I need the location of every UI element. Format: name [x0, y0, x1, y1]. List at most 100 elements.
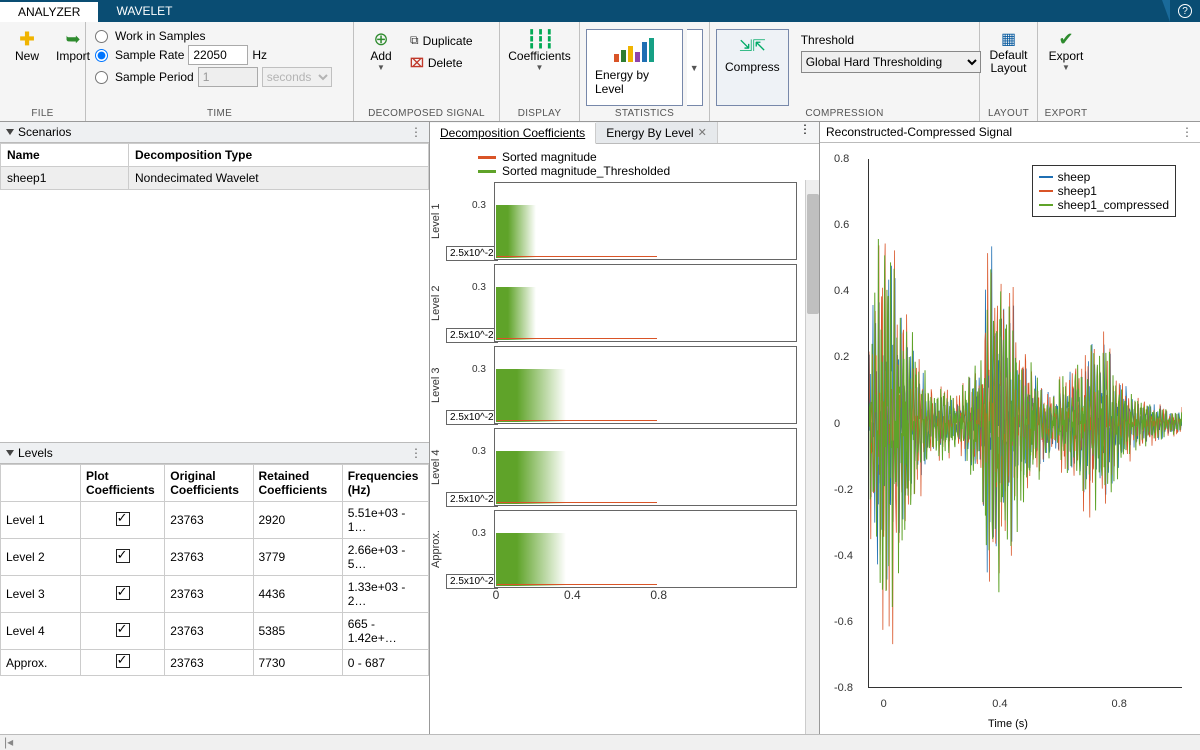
group-time-label: TIME: [92, 106, 347, 121]
close-icon[interactable]: ✕: [698, 126, 707, 139]
scenarios-title: Scenarios: [18, 125, 71, 139]
opt-work-samples[interactable]: Work in Samples: [92, 29, 332, 43]
col-orig[interactable]: Original Coefficients: [165, 465, 253, 502]
scenarios-table[interactable]: NameDecomposition Type sheep1Nondecimate…: [0, 143, 429, 190]
mid-legend: Sorted magnitude Sorted magnitude_Thresh…: [430, 144, 819, 180]
tab-analyzer[interactable]: ANALYZER: [0, 0, 98, 22]
layout-label: Default Layout: [989, 49, 1027, 75]
threshold-badge: 2.5x10^-2: [446, 410, 498, 425]
scrollbar-thumb[interactable]: [807, 194, 819, 314]
legend2-label: Sorted magnitude_Thresholded: [502, 164, 670, 178]
collapse-icon[interactable]: [6, 450, 14, 456]
export-label: Export: [1049, 49, 1084, 63]
tab-energy-by-level[interactable]: Energy By Level✕: [596, 122, 718, 143]
coeff-charts-scroll[interactable]: Level 1 0.3 2.5x10^-2 Level 2 0.3 2.5x10…: [430, 180, 819, 734]
energy-by-level-button[interactable]: Energy by Level: [586, 29, 683, 106]
opt-sample-rate-label: Sample Rate: [115, 48, 184, 62]
chevron-down-icon: ▼: [1062, 63, 1070, 72]
table-row[interactable]: Level 4 237635385665 - 1.42e+…: [1, 613, 429, 650]
checkbox[interactable]: [116, 654, 130, 668]
panel-menu-icon[interactable]: ⋮: [1181, 125, 1194, 139]
default-layout-button[interactable]: ▦ Default Layout: [986, 25, 1031, 79]
table-row[interactable]: Level 2 2376337792.66e+03 - 5…: [1, 539, 429, 576]
checkbox[interactable]: [116, 586, 130, 600]
time-options: Work in Samples Sample Rate Hz Sample Pe…: [92, 25, 332, 87]
x-axis-label: Time (s): [826, 716, 1190, 730]
help-button[interactable]: ?: [1170, 0, 1200, 22]
chevron-down-icon: ▼: [377, 63, 385, 72]
levels-header: Levels ⋮: [0, 443, 429, 464]
tab-wavelet[interactable]: WAVELET: [98, 0, 190, 22]
table-row[interactable]: Approx. 2376377300 - 687: [1, 650, 429, 676]
right-title: Reconstructed-Compressed Signal: [826, 125, 1012, 139]
bar-chart-icon: [612, 36, 656, 64]
delete-label: Delete: [428, 56, 463, 70]
col-plot[interactable]: Plot Coefficients: [81, 465, 165, 502]
col-name[interactable]: Name: [1, 144, 129, 167]
level-label: Level 1: [430, 182, 444, 260]
middle-column: Decomposition Coefficients Energy By Lev…: [430, 122, 820, 734]
new-label: New: [15, 49, 39, 63]
coefficients-label: Coefficients: [508, 49, 570, 63]
mini-chart[interactable]: Level 4 0.3 2.5x10^-2: [430, 426, 805, 508]
legend1-label: Sorted magnitude: [502, 150, 597, 164]
duplicate-icon: ⧉: [410, 33, 419, 48]
import-label: Import: [56, 49, 90, 63]
collapse-icon[interactable]: [6, 129, 14, 135]
opt-work-samples-label: Work in Samples: [115, 29, 205, 43]
sample-rate-field[interactable]: [188, 45, 248, 65]
group-compression-label: COMPRESSION: [716, 106, 973, 121]
legend-swatch: [1039, 176, 1053, 178]
energy-dropdown[interactable]: ▼: [687, 29, 704, 106]
plus-icon: ✚: [17, 29, 37, 49]
scrollbar[interactable]: [805, 180, 819, 734]
threshold-badge: 2.5x10^-2: [446, 492, 498, 507]
right-panel-header: Reconstructed-Compressed Signal ⋮: [820, 122, 1200, 143]
opt-sample-rate[interactable]: Sample Rate Hz: [92, 45, 332, 65]
levels-table[interactable]: Plot Coefficients Original Coefficients …: [0, 464, 429, 676]
sample-period-field: [198, 67, 258, 87]
mini-chart[interactable]: Level 2 0.3 2.5x10^-2: [430, 262, 805, 344]
level-label: Level 2: [430, 264, 444, 342]
table-row[interactable]: Level 1 2376329205.51e+03 - 1…: [1, 502, 429, 539]
mini-chart[interactable]: Level 3 0.3 2.5x10^-2: [430, 344, 805, 426]
new-button[interactable]: ✚ New: [6, 25, 48, 67]
checkbox[interactable]: [116, 549, 130, 563]
threshold-select[interactable]: Global Hard Thresholding: [801, 51, 981, 73]
table-row[interactable]: Level 3 2376344361.33e+03 - 2…: [1, 576, 429, 613]
panel-menu-icon[interactable]: ⋮: [410, 125, 423, 139]
panel-menu-icon[interactable]: ⋮: [791, 122, 819, 143]
checkbox[interactable]: [116, 512, 130, 526]
legend-swatch: [1039, 190, 1053, 192]
right-column: Reconstructed-Compressed Signal ⋮ sheeps…: [820, 122, 1200, 734]
col-retained[interactable]: Retained Coefficients: [253, 465, 342, 502]
checkbox[interactable]: [116, 623, 130, 637]
layout-icon: ▦: [999, 29, 1019, 49]
duplicate-label: Duplicate: [423, 34, 473, 48]
rewind-icon[interactable]: |◂: [4, 735, 13, 749]
compress-button[interactable]: ⇲⇱ Compress: [716, 29, 789, 106]
panel-menu-icon[interactable]: ⋮: [410, 446, 423, 460]
reconstructed-signal-plot[interactable]: sheepsheep1sheep1_compressed 0.80.60.40.…: [826, 153, 1190, 716]
levels-title: Levels: [18, 446, 53, 460]
duplicate-button[interactable]: ⧉ Duplicate: [406, 31, 477, 50]
mini-chart[interactable]: Level 1 0.3 2.5x10^-2: [430, 180, 805, 262]
tab-decomp-coeff[interactable]: Decomposition Coefficients: [430, 123, 596, 144]
level-label: Level 4: [430, 428, 444, 506]
level-label: Level 3: [430, 346, 444, 424]
table-row[interactable]: sheep1Nondecimated Wavelet: [1, 167, 429, 190]
add-button[interactable]: ⊕ Add ▼: [360, 25, 402, 76]
tab-decomp-label: Decomposition Coefficients: [440, 126, 585, 140]
delete-button[interactable]: ⌧Delete: [406, 54, 477, 72]
group-file-label: FILE: [6, 106, 79, 121]
export-button[interactable]: ✔ Export ▼: [1044, 25, 1088, 76]
col-freq[interactable]: Frequencies (Hz): [342, 465, 428, 502]
mini-chart[interactable]: Approx. 0.3 2.5x10^-2 00.40.8: [430, 508, 805, 590]
opt-sample-period[interactable]: Sample Period seconds: [92, 67, 332, 87]
coefficients-button[interactable]: ┇┇┇ Coefficients ▼: [506, 25, 573, 76]
col-blank: [1, 465, 81, 502]
threshold-badge: 2.5x10^-2: [446, 246, 498, 261]
waveform: [869, 159, 1182, 687]
left-column: Scenarios ⋮ NameDecomposition Type sheep…: [0, 122, 430, 734]
col-decomp-type[interactable]: Decomposition Type: [129, 144, 429, 167]
